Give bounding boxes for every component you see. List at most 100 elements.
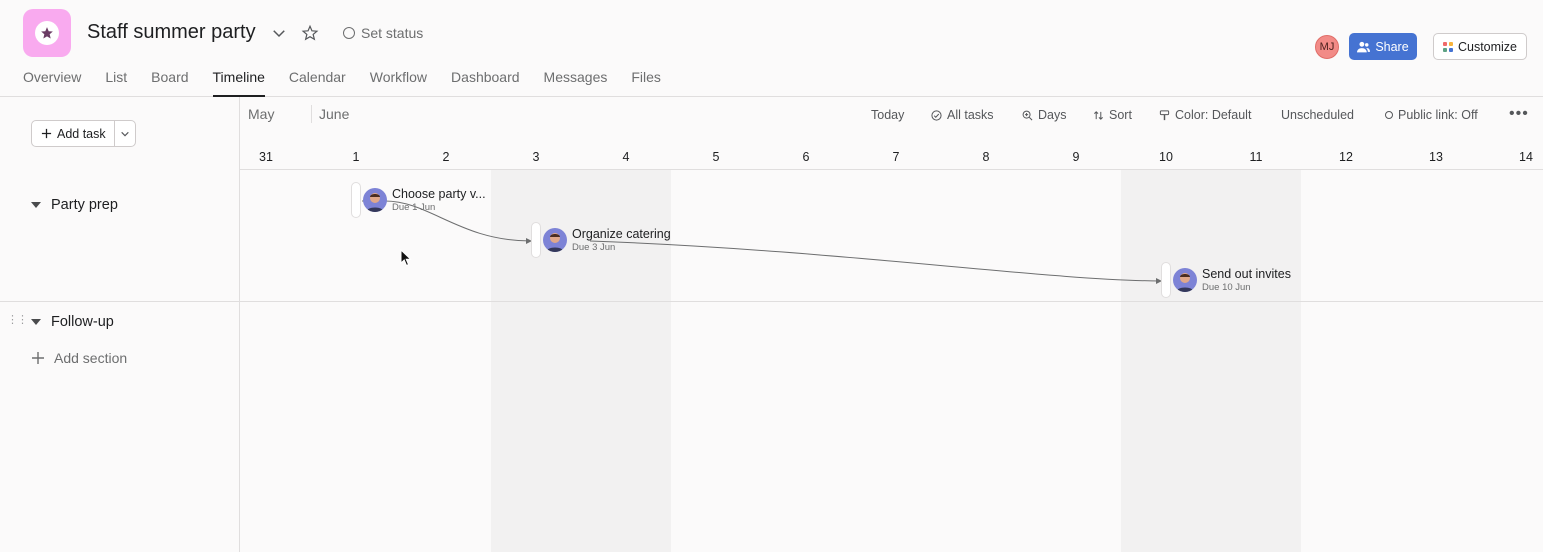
collapse-triangle-icon[interactable] (31, 319, 41, 325)
day-label: 7 (892, 150, 900, 164)
tab-files[interactable]: Files (631, 69, 661, 96)
sort-button[interactable]: Sort (1093, 108, 1132, 122)
tab-dashboard[interactable]: Dashboard (451, 69, 520, 96)
tab-overview[interactable]: Overview (23, 69, 81, 96)
chevron-down-icon[interactable] (270, 24, 288, 42)
set-status-button[interactable]: Set status (343, 25, 423, 41)
unscheduled-button[interactable]: Unscheduled (1281, 108, 1354, 122)
section-title[interactable]: Follow-up (51, 314, 114, 330)
share-label: Share (1375, 39, 1409, 54)
add-task-dropdown[interactable] (115, 129, 135, 139)
task-choose-party-venue[interactable]: Choose party v... Due 1 Jun (351, 182, 486, 218)
day-label: 31 (259, 150, 273, 164)
avatar[interactable]: MJ (1315, 35, 1339, 59)
task-drag-handle[interactable] (531, 222, 541, 258)
day-label: 2 (442, 150, 450, 164)
month-label: June (319, 106, 350, 122)
section-title[interactable]: Party prep (51, 197, 118, 213)
days-label: Days (1038, 108, 1067, 122)
day-label: 12 (1339, 150, 1353, 164)
customize-grid-icon (1442, 41, 1453, 52)
assignee-avatar[interactable] (543, 228, 567, 252)
task-drag-handle[interactable] (351, 182, 361, 218)
collapse-triangle-icon[interactable] (31, 202, 41, 208)
star-icon (35, 21, 59, 45)
add-section-label: Add section (54, 350, 128, 366)
task-send-out-invites[interactable]: Send out invites Due 10 Jun (1161, 262, 1291, 298)
customize-label: Customize (1457, 39, 1518, 54)
assignee-avatar[interactable] (363, 188, 387, 212)
day-label: 1 (352, 150, 360, 164)
task-due-date: Due 10 Jun (1202, 282, 1251, 293)
project-icon[interactable] (23, 9, 71, 57)
today-button[interactable]: Today (871, 108, 904, 122)
task-organize-catering[interactable]: Organize catering Due 3 Jun (531, 222, 671, 258)
all-tasks-filter[interactable]: All tasks (931, 108, 994, 122)
timeline-header: May June Today All tasks Days Sort Color… (240, 97, 1543, 170)
day-label: 8 (982, 150, 990, 164)
tab-list[interactable]: List (105, 69, 127, 96)
share-button[interactable]: Share (1349, 33, 1417, 60)
tab-calendar[interactable]: Calendar (289, 69, 346, 96)
unscheduled-label: Unscheduled (1281, 108, 1354, 122)
month-divider (311, 105, 312, 123)
task-due-date: Due 1 Jun (392, 202, 436, 213)
more-options-icon[interactable]: ••• (1509, 105, 1529, 123)
tab-timeline[interactable]: Timeline (212, 69, 266, 97)
today-label: Today (871, 108, 905, 122)
add-task-button[interactable]: Add task (32, 121, 115, 146)
project-tabs: Overview List Board Timeline Calendar Wo… (23, 69, 685, 97)
day-label: 11 (1249, 150, 1263, 164)
paint-roller-icon (1159, 109, 1170, 120)
task-name[interactable]: Choose party v... (392, 187, 486, 202)
day-label: 14 (1519, 150, 1533, 164)
month-label: May (248, 106, 275, 122)
day-label: 13 (1429, 150, 1443, 164)
timeline-grid: Choose party v... Due 1 Jun Organize cat… (240, 170, 1543, 552)
zoom-days-button[interactable]: Days (1022, 108, 1066, 122)
assignee-avatar[interactable] (1173, 268, 1197, 292)
section-divider (0, 301, 240, 302)
favorite-star-icon[interactable] (301, 24, 319, 42)
section-header-party-prep[interactable]: Party prep (31, 197, 118, 213)
tab-workflow[interactable]: Workflow (370, 69, 427, 96)
mouse-cursor-icon (400, 249, 412, 267)
add-task-label: Add task (57, 126, 106, 141)
day-label: 10 (1159, 150, 1173, 164)
add-task-button-group: Add task (31, 120, 136, 147)
check-circle-icon (931, 109, 942, 121)
section-panel: Add task Party prep ⋮⋮ Follow-up Add sec… (0, 97, 240, 552)
add-section-button[interactable]: Add section (31, 350, 127, 366)
set-status-label: Set status (361, 25, 424, 41)
day-label: 3 (532, 150, 540, 164)
public-link-button[interactable]: Public link: Off (1385, 108, 1478, 122)
drag-handle-icon[interactable]: ⋮⋮ (7, 315, 28, 326)
people-icon (1357, 41, 1371, 52)
color-label: Color: Default (1175, 108, 1252, 122)
circle-icon (1385, 111, 1393, 119)
task-name[interactable]: Send out invites (1202, 267, 1291, 282)
tab-board[interactable]: Board (151, 69, 188, 96)
section-header-follow-up[interactable]: Follow-up (31, 314, 114, 330)
all-tasks-label: All tasks (947, 108, 994, 122)
color-button[interactable]: Color: Default (1159, 108, 1251, 122)
project-title[interactable]: Staff summer party (87, 21, 256, 44)
day-label: 4 (622, 150, 630, 164)
task-due-date: Due 3 Jun (572, 242, 616, 253)
project-header: Staff summer party Set status Overview L… (0, 0, 1543, 97)
task-drag-handle[interactable] (1161, 262, 1171, 298)
status-circle-icon (343, 27, 355, 39)
chevron-down-icon (121, 131, 129, 136)
day-label: 9 (1072, 150, 1080, 164)
tab-messages[interactable]: Messages (544, 69, 608, 96)
customize-button[interactable]: Customize (1433, 33, 1527, 60)
task-name[interactable]: Organize catering (572, 227, 671, 242)
sort-label: Sort (1109, 108, 1132, 122)
sort-arrows-icon (1094, 110, 1103, 120)
zoom-icon (1022, 110, 1033, 120)
day-label: 6 (802, 150, 810, 164)
plus-icon (32, 352, 44, 364)
public-link-label: Public link: Off (1398, 108, 1478, 122)
day-label: 5 (712, 150, 720, 164)
plus-icon (41, 128, 52, 139)
